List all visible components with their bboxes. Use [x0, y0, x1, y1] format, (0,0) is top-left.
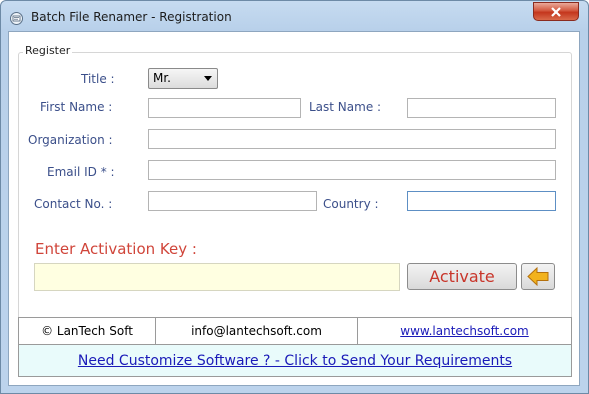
register-legend: Register [23, 44, 73, 57]
client-area: Register Title : Mr. First Name : Last N… [8, 31, 580, 386]
country-label: Country : [323, 197, 379, 211]
title-bar[interactable]: Batch File Renamer - Registration [1, 1, 588, 31]
back-button[interactable] [521, 263, 555, 290]
activate-button[interactable]: Activate [407, 263, 517, 290]
activation-key-label: Enter Activation Key : [35, 240, 197, 258]
close-button[interactable] [533, 2, 579, 21]
title-label: Title : [81, 72, 115, 86]
email-input[interactable] [148, 160, 556, 180]
back-arrow-icon [527, 267, 549, 286]
customize-bar: Need Customize Software ? - Click to Sen… [19, 344, 571, 376]
organization-input[interactable] [148, 129, 556, 149]
last-name-input[interactable] [407, 98, 556, 118]
company-name: © LanTech Soft [19, 318, 156, 344]
contact-input[interactable] [148, 191, 317, 211]
first-name-input[interactable] [148, 98, 301, 118]
title-selected-value: Mr. [153, 71, 171, 85]
first-name-label: First Name : [40, 100, 113, 114]
organization-label: Organization : [28, 133, 113, 147]
last-name-label: Last Name : [309, 100, 382, 114]
customize-software-link[interactable]: Need Customize Software ? - Click to Sen… [78, 353, 512, 369]
chevron-down-icon [204, 76, 212, 81]
title-select[interactable]: Mr. [148, 68, 218, 89]
activation-key-input[interactable] [34, 263, 400, 291]
contact-label: Contact No. : [34, 197, 113, 211]
app-icon [10, 10, 23, 25]
close-icon [551, 7, 561, 17]
window-title: Batch File Renamer - Registration [31, 10, 232, 24]
email-label: Email ID * : [47, 165, 115, 179]
registration-window: Batch File Renamer - Registration Regist… [0, 0, 589, 394]
country-input[interactable] [407, 191, 556, 211]
website-link[interactable]: www.lantechsoft.com [358, 318, 571, 344]
footer-panel: © LanTech Soft info@lantechsoft.com www.… [18, 317, 572, 377]
contact-email: info@lantechsoft.com [156, 318, 358, 344]
